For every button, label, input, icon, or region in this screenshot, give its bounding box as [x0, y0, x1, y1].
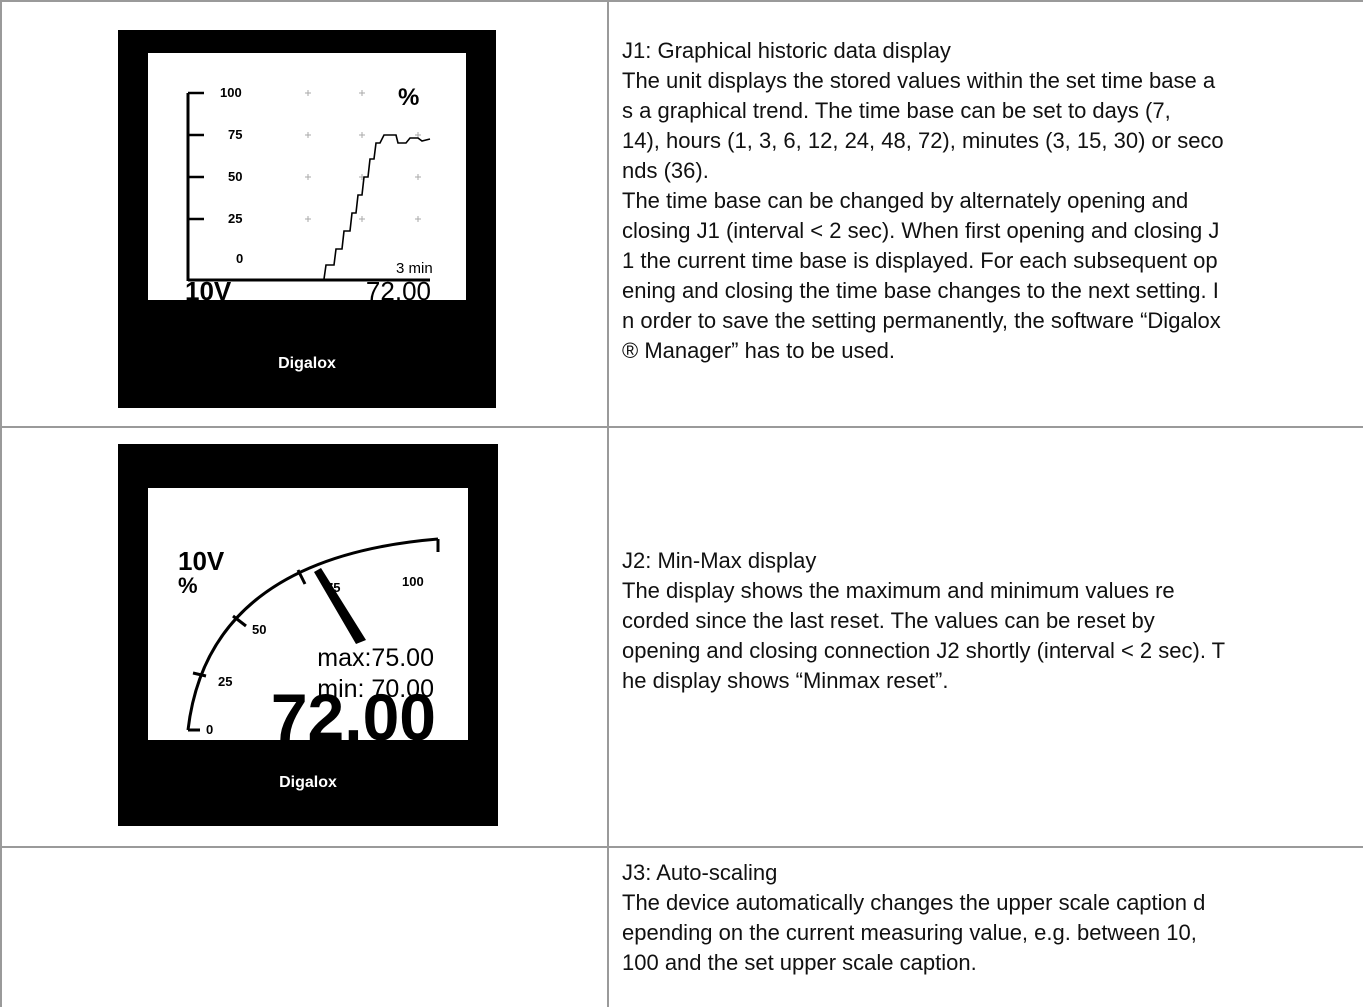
- gauge-tick-50: 50: [252, 622, 266, 637]
- minmax-gauge: 0 25 50 75 100 10V % max:75.00 min: 70.0…: [178, 537, 440, 754]
- gauge-max: max:75.00: [317, 644, 434, 672]
- trend-line: [323, 134, 431, 280]
- row3-description: J3: Auto-scaling The device automaticall…: [622, 858, 1362, 978]
- graph-channel: 10V: [185, 276, 232, 300]
- graph-unit: %: [398, 84, 419, 111]
- row1-description: J1: Graphical historic data display The …: [622, 36, 1362, 366]
- y-tick-75: 75: [228, 127, 242, 142]
- device-screen: 100 75 50 25 0 % 3 min 10V 72.00: [148, 53, 466, 306]
- gauge-unit: %: [178, 573, 198, 598]
- row3-body: The device automatically changes the upp…: [622, 890, 1206, 975]
- column-divider: [607, 0, 609, 1007]
- table-border-top: [0, 0, 1363, 2]
- gauge-channel: 10V: [178, 546, 225, 576]
- graph-time-base: 3 min: [396, 260, 433, 277]
- device-image-graph: 100 75 50 25 0 % 3 min 10V 72.00 Digalox: [118, 30, 496, 408]
- graph-value: 72.00: [366, 276, 431, 300]
- y-tick-25: 25: [228, 211, 242, 226]
- y-tick-50: 50: [228, 169, 242, 184]
- row-divider-1: [0, 426, 1363, 428]
- row3-title: J3: Auto-scaling: [622, 860, 778, 885]
- row2-body: The display shows the maximum and minimu…: [622, 578, 1226, 693]
- row-divider-2: [0, 846, 1363, 848]
- trend-graph: 100 75 50 25 0 % 3 min 10V 72.00: [185, 84, 433, 306]
- device-brand-label: Digalox: [278, 355, 336, 372]
- device-image-gauge: 0 25 50 75 100 10V % max:75.00 min: 70.0…: [118, 444, 498, 826]
- gauge-tick-0: 0: [206, 722, 213, 737]
- device-brand-label: Digalox: [279, 774, 337, 791]
- gauge-value: 72.00: [271, 680, 436, 740]
- gauge-tick-100: 100: [402, 574, 424, 589]
- row1-body: The unit displays the stored values with…: [622, 68, 1224, 363]
- y-tick-0: 0: [236, 251, 243, 266]
- y-tick-100: 100: [220, 85, 242, 100]
- table-border-left: [0, 0, 2, 1007]
- row2-description: J2: Min-Max display The display shows th…: [622, 546, 1362, 696]
- device-screen: 0 25 50 75 100 10V % max:75.00 min: 70.0…: [148, 488, 468, 754]
- row2-title: J2: Min-Max display: [622, 548, 817, 573]
- row1-title: J1: Graphical historic data display: [622, 38, 951, 63]
- gauge-tick-25: 25: [218, 674, 232, 689]
